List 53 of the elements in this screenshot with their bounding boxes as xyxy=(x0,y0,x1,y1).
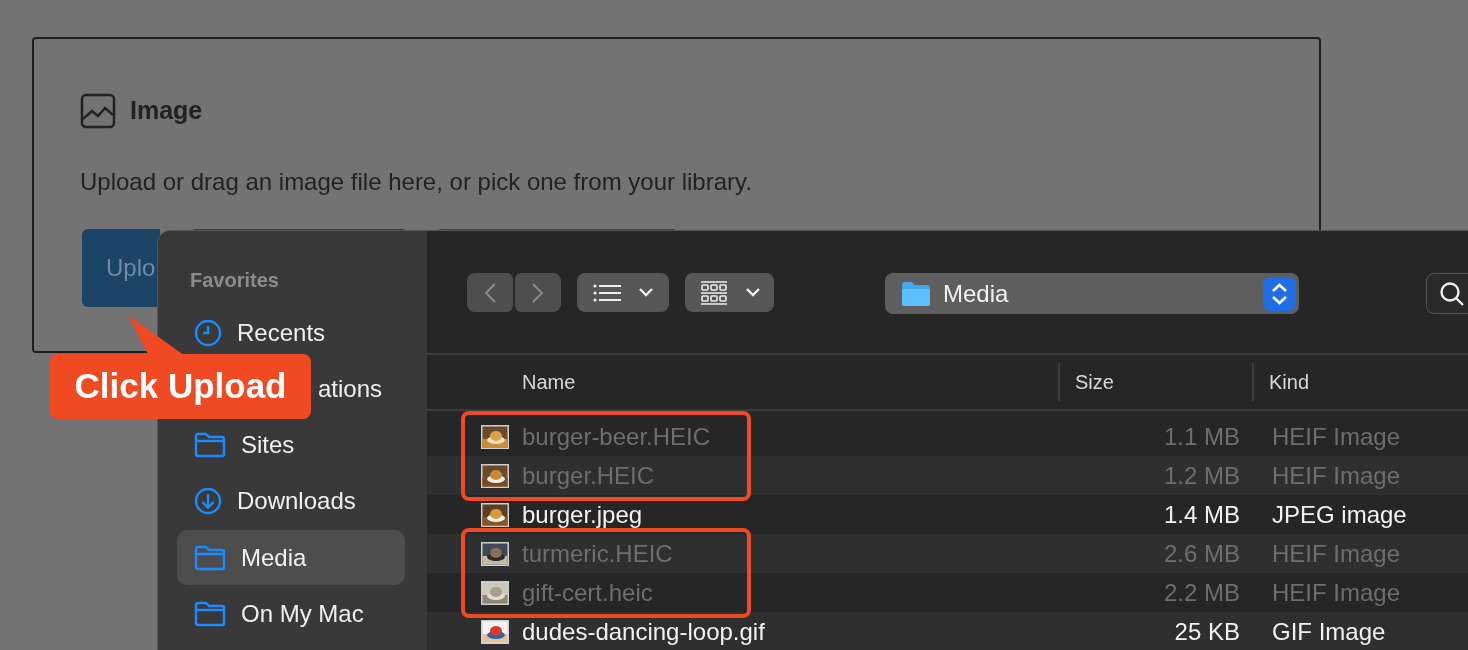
folder-icon xyxy=(194,432,226,458)
download-icon xyxy=(194,487,222,515)
sidebar-item[interactable]: Recents xyxy=(191,315,332,351)
file-kind: HEIF Image xyxy=(1271,538,1401,569)
folder-icon xyxy=(194,544,226,571)
grid-view-button[interactable] xyxy=(685,273,774,312)
file-size: 1.1 MB xyxy=(1162,421,1240,452)
file-name: gift-cert.heic xyxy=(522,577,653,608)
forward-button[interactable] xyxy=(515,273,561,312)
file-kind: GIF Image xyxy=(1271,616,1386,647)
sidebar-item[interactable]: Downloads xyxy=(191,483,362,519)
sidebar-item[interactable]: On My Mac xyxy=(191,596,370,632)
file-name: turmeric.HEIC xyxy=(522,538,673,569)
file-size: 2.2 MB xyxy=(1162,577,1240,608)
folder-icon xyxy=(194,601,226,627)
image-icon xyxy=(80,93,116,129)
file-kind: JPEG image xyxy=(1271,499,1407,530)
caret-icon xyxy=(745,288,760,297)
sidebar-item[interactable]: Media xyxy=(177,530,405,585)
file-kind: HEIF Image xyxy=(1271,577,1401,608)
column-header[interactable]: Name xyxy=(427,363,1058,401)
back-button[interactable] xyxy=(467,273,513,312)
file-size: 1.2 MB xyxy=(1162,460,1240,491)
sidebar-heading: Favorites xyxy=(189,268,280,293)
grid-icon xyxy=(699,280,728,305)
stepper-icon xyxy=(1263,276,1296,311)
card-title: Image xyxy=(130,95,203,127)
file-name: burger.jpeg xyxy=(522,499,643,530)
search-icon xyxy=(1439,280,1465,307)
list-icon xyxy=(593,282,621,303)
location-popup[interactable]: Media xyxy=(885,273,1299,314)
file-size: 25 KB xyxy=(1173,616,1240,647)
chevron-left-icon xyxy=(483,281,497,304)
location-text: Media xyxy=(943,278,1010,309)
sidebar-item[interactable]: ations xyxy=(318,371,389,407)
sidebar-item[interactable]: Sites xyxy=(191,427,301,463)
card-description: Upload or drag an image file here, or pick one from your library. xyxy=(80,167,753,197)
column-header[interactable]: Kind xyxy=(1252,363,1452,401)
caret-icon xyxy=(639,288,653,297)
file-name: dudes-dancing-loop.gif xyxy=(522,616,765,647)
file-kind: HEIF Image xyxy=(1271,421,1401,452)
file-size: 2.6 MB xyxy=(1162,538,1240,569)
list-view-button[interactable] xyxy=(577,273,669,312)
chevron-right-icon xyxy=(531,281,545,304)
file-row[interactable]: burger.jpeg 1.4 MB JPEG image xyxy=(427,495,1468,534)
file-name: burger.HEIC xyxy=(522,460,655,491)
file-size: 1.4 MB xyxy=(1162,499,1240,530)
file-kind: HEIF Image xyxy=(1271,460,1401,491)
file-name: burger-beer.HEIC xyxy=(522,421,711,452)
file-row[interactable]: dudes-dancing-loop.gif 25 KB GIF Image xyxy=(427,612,1468,650)
clock-icon xyxy=(194,319,222,347)
column-header[interactable]: Size xyxy=(1058,363,1252,401)
folder-icon xyxy=(901,280,931,307)
